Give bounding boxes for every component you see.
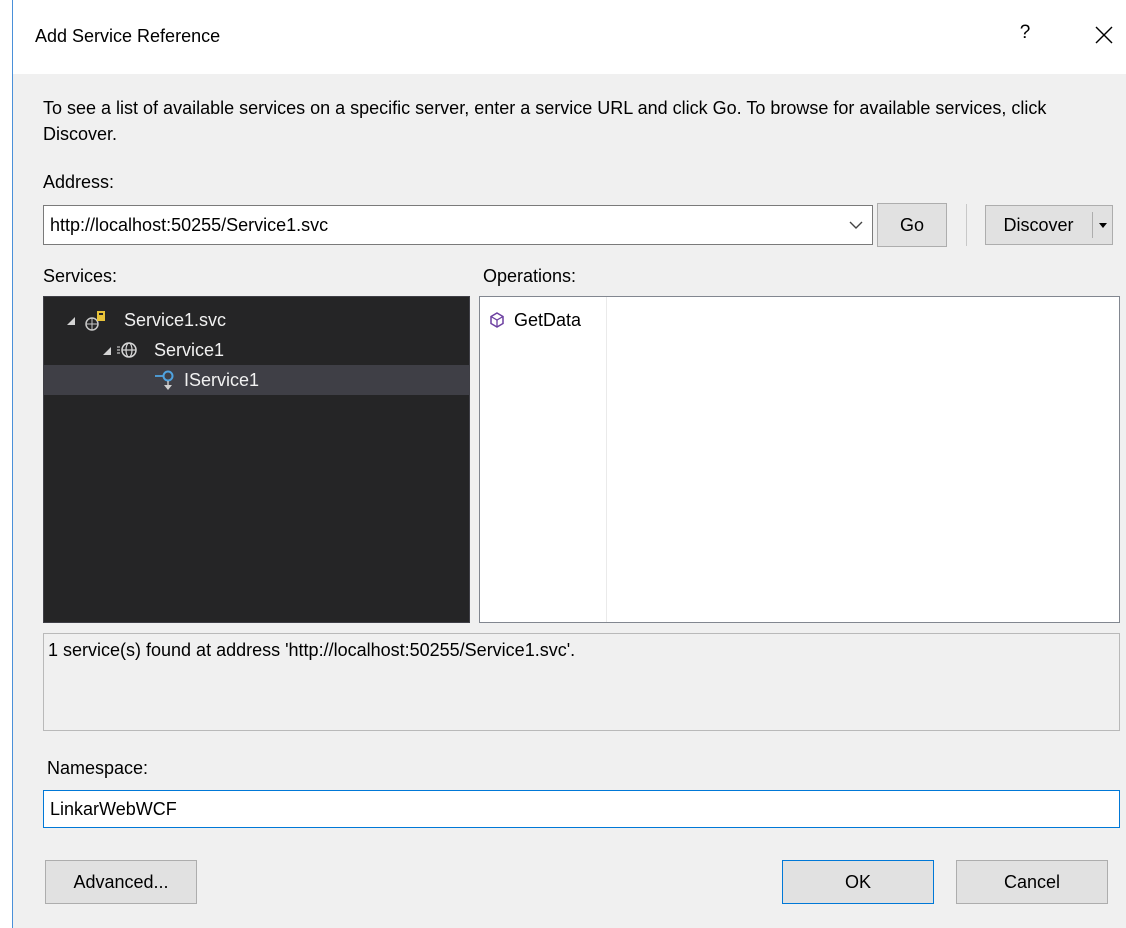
tree-node-label: IService1 [184,370,260,390]
caret-down-icon [1099,223,1107,228]
method-cube-icon [490,312,504,328]
column-divider [606,297,607,622]
interface-icon [155,370,174,390]
go-button[interactable]: Go [877,203,947,247]
tree-node-service1[interactable]: Service1 [44,335,469,365]
ok-button[interactable]: OK [782,860,934,904]
service-file-icon [85,311,105,331]
services-label: Services: [43,266,118,286]
cancel-button[interactable]: Cancel [956,860,1108,904]
web-service-icon [117,342,137,358]
operation-label: GetData [514,310,582,330]
close-icon [1095,26,1113,44]
namespace-input[interactable] [43,790,1120,828]
expanded-triangle-icon [67,317,75,325]
discover-dropdown-button[interactable] [1093,206,1113,244]
operations-list[interactable]: GetData [479,296,1120,623]
operations-label: Operations: [483,266,577,286]
discover-split-button[interactable]: Discover [985,205,1113,245]
dialog-title: Add Service Reference [35,26,221,46]
address-dropdown-button[interactable] [844,212,868,238]
address-combobox[interactable] [43,205,873,245]
close-button[interactable] [1089,20,1119,50]
help-button[interactable]: ? [1013,22,1037,48]
tree-node-label: Service1 [154,340,225,360]
chevron-down-icon [849,221,863,229]
instructions-text: To see a list of available services on a… [43,98,1047,144]
add-service-reference-dialog: Add Service Reference ? To see a list of… [12,0,1126,928]
expanded-triangle-icon [103,347,111,355]
tree-node-label: Service1.svc [124,310,227,330]
tree-node-iservice1[interactable]: IService1 [44,365,469,395]
address-input[interactable] [50,206,830,244]
namespace-label: Namespace: [47,758,149,778]
status-box: 1 service(s) found at address 'http://lo… [43,633,1120,731]
services-tree[interactable]: Service1.svc Service1 IService1 [43,296,470,623]
address-label: Address: [43,172,115,192]
discover-button[interactable]: Discover [986,206,1091,244]
advanced-button[interactable]: Advanced... [45,860,197,904]
title-bar[interactable]: Add Service Reference ? [13,0,1126,74]
tree-node-service1-svc[interactable]: Service1.svc [44,305,469,335]
toolbar-divider [966,204,967,246]
status-message: 1 service(s) found at address 'http://lo… [48,640,576,660]
